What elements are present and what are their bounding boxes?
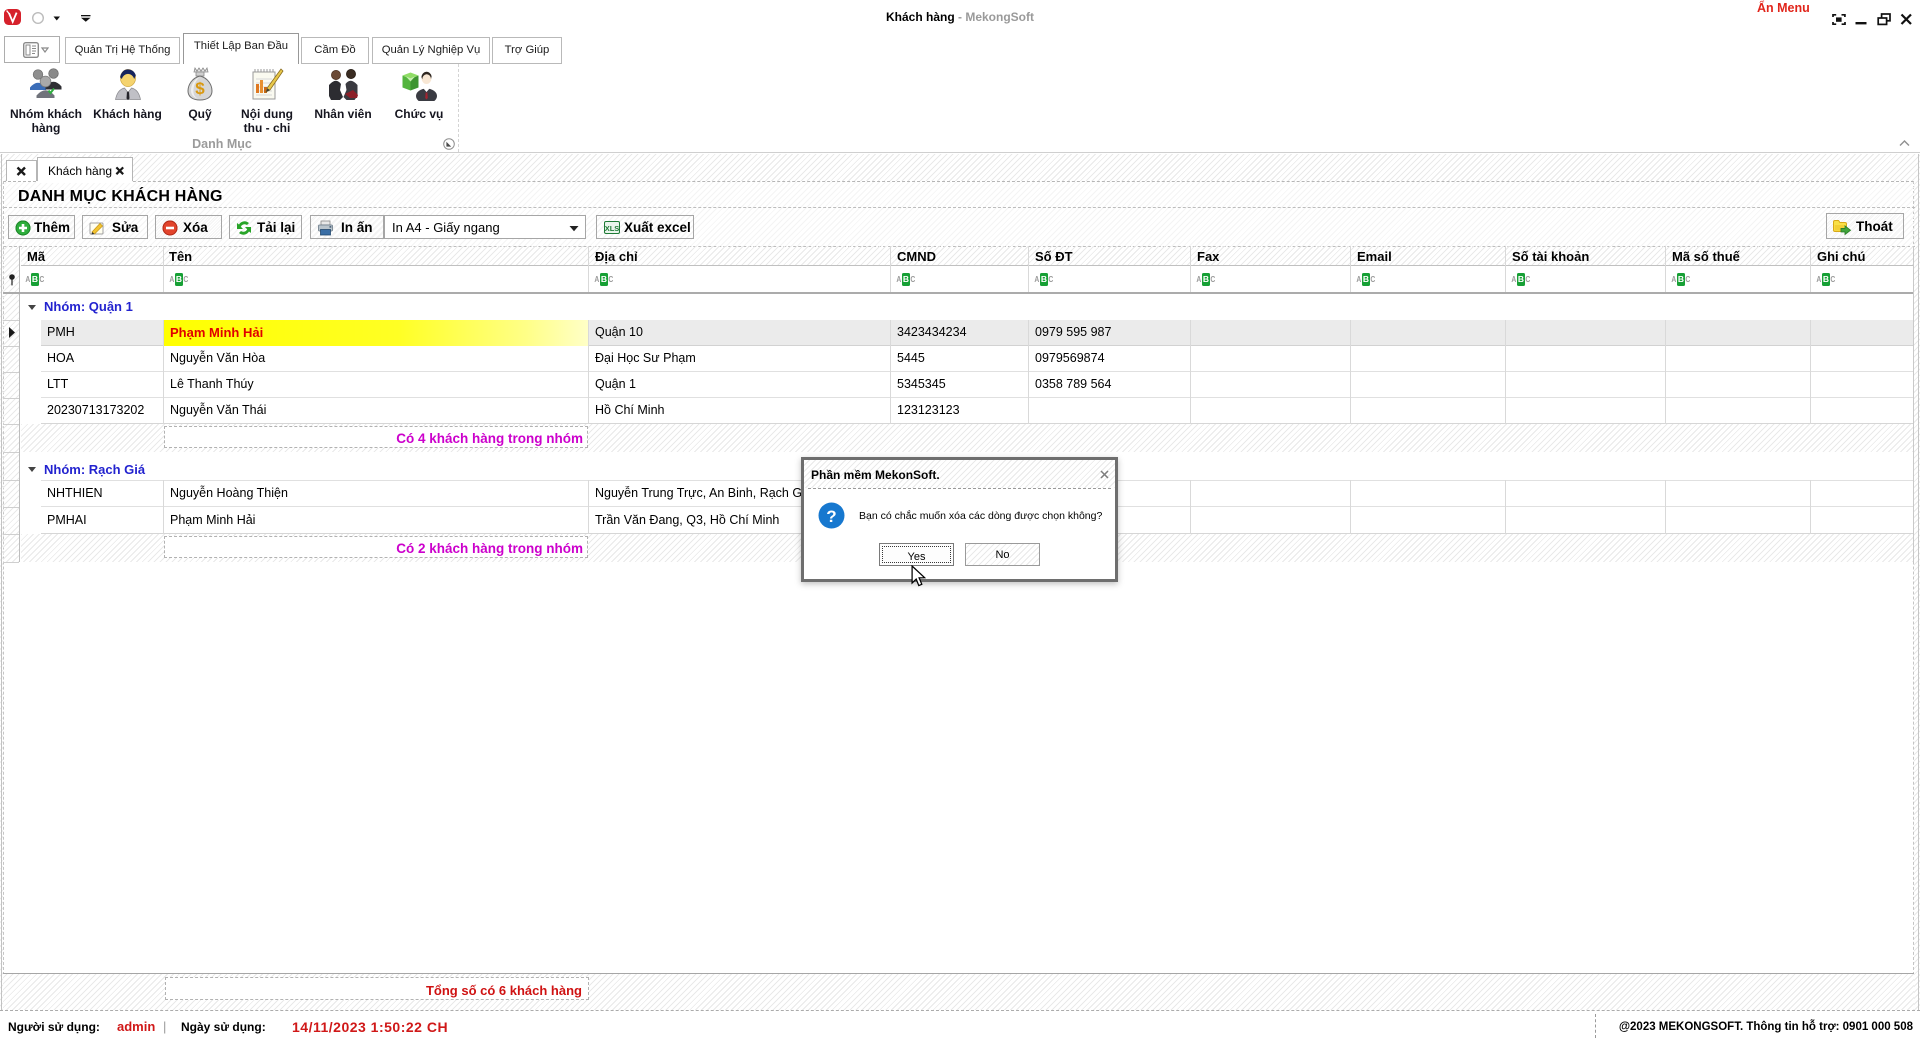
svg-text:?: ?	[826, 507, 836, 526]
svg-text:$: $	[195, 79, 205, 98]
svg-text:XLS: XLS	[605, 224, 620, 233]
